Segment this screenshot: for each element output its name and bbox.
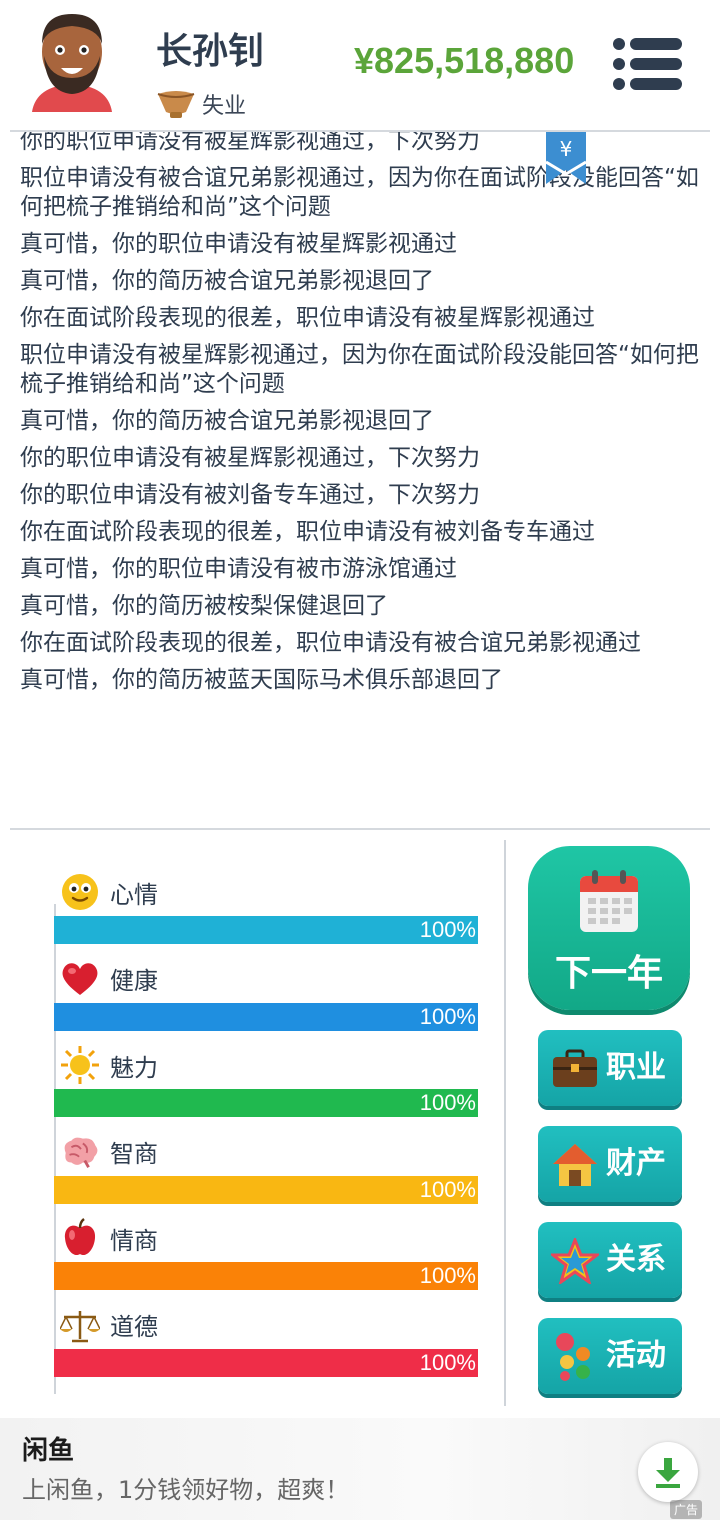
star-icon (550, 1236, 600, 1286)
job-status-label: 失业 (202, 94, 247, 119)
smiley-icon (60, 872, 100, 912)
stat-label: 道德 (110, 1313, 158, 1341)
stat-bar-fill (54, 1262, 478, 1290)
money-bookmark[interactable]: ¥ (545, 132, 587, 184)
stat-bar: 100% (54, 916, 478, 944)
menu-button[interactable] (612, 36, 684, 92)
stat-value: 100% (419, 1176, 476, 1202)
property-button[interactable]: 财产 (538, 1126, 682, 1202)
stat-row: 心情 100% (54, 868, 478, 955)
property-label: 财产 (606, 1146, 666, 1181)
stat-header: 道德 (60, 1305, 158, 1345)
stat-label: 健康 (110, 967, 158, 995)
money-amount: ¥825,518,880 (354, 40, 575, 81)
stat-header: 心情 (60, 872, 158, 912)
log-line: 你在面试阶段表现的很差，职位申请没有被星辉影视通过 (20, 305, 595, 331)
ad-description: 上闲鱼，1分钱领好物，超爽！ (22, 1476, 350, 1504)
stat-value: 100% (419, 1090, 476, 1115)
stat-value: 100% (419, 917, 476, 942)
log-line: 真可惜，你的简历被桉梨保健退回了 (20, 593, 388, 619)
scales-icon (60, 1305, 100, 1345)
stat-row: 道德 100% (54, 1301, 478, 1388)
stat-bar-fill (54, 1089, 478, 1117)
download-icon (656, 1458, 680, 1488)
brain-icon (60, 1132, 100, 1172)
stat-bar: 100% (54, 1002, 478, 1031)
next-year-button[interactable]: 下一年 (528, 846, 690, 1010)
stat-bar: 100% (54, 1175, 478, 1204)
ad-badge: 广告 (670, 1500, 703, 1519)
log-line: 你的职位申请没有被刘备专车通过，下次努力 (20, 482, 480, 508)
career-label: 职业 (606, 1050, 666, 1085)
heart-icon (60, 959, 100, 999)
stat-bar: 100% (54, 1348, 478, 1377)
stat-label: 智商 (110, 1140, 158, 1168)
stat-bar-fill (54, 1002, 478, 1031)
stat-header: 健康 (60, 959, 158, 999)
player-name: 长孙钊 (156, 31, 265, 72)
stat-header: 魅力 (60, 1045, 158, 1085)
stat-label: 情商 (110, 1226, 158, 1255)
stat-bar-fill (54, 1348, 478, 1377)
stat-bar-fill (54, 916, 478, 944)
ad-title: 闲鱼 (22, 1436, 75, 1466)
stat-row: 情商 100% (54, 1214, 478, 1301)
avatar[interactable] (28, 8, 116, 118)
log-line: 你的职位申请没有被星辉影视通过，下次努力 (20, 445, 480, 471)
house-icon (550, 1140, 600, 1190)
relations-label: 关系 (606, 1242, 666, 1277)
event-log[interactable]: 你在面试阶段表现的很差，职位申请没有被合谊兄弟影视通过你的职位申请没有被星辉影视… (0, 110, 720, 800)
stat-value: 100% (419, 1263, 476, 1288)
job-status: 失业 (156, 84, 246, 124)
stat-bar-fill (54, 1175, 478, 1204)
stat-header: 情商 (60, 1218, 158, 1258)
apple-icon (60, 1218, 100, 1258)
career-button[interactable]: 职业 (538, 1030, 682, 1106)
log-line: 职位申请没有被星辉影视通过，因为你在面试阶段没能回答“如何把梳子推销给和尚”这个… (20, 342, 699, 397)
activities-label: 活动 (606, 1338, 666, 1373)
stat-row: 智商 100% (54, 1128, 478, 1215)
relations-button[interactable]: 关系 (538, 1222, 682, 1298)
bookmark-icon: ¥ (545, 132, 587, 184)
bowl-icon (157, 91, 195, 118)
activities-button[interactable]: 活动 (538, 1318, 682, 1394)
bookmark-symbol: ¥ (560, 137, 573, 161)
stat-row: 魅力 100% (54, 1041, 478, 1128)
log-line: 真可惜，你的简历被合谊兄弟影视退回了 (20, 408, 434, 434)
log-line: 真可惜，你的简历被蓝天国际马术俱乐部退回了 (20, 667, 503, 693)
next-year-label: 下一年 (554, 953, 663, 994)
log-line: 职位申请没有被合谊兄弟影视通过，因为你在面试阶段没能回答“如何把梳子推销给和尚”… (20, 165, 699, 220)
stat-bar: 100% (54, 1262, 478, 1290)
calendar-icon (580, 870, 638, 932)
stat-bar: 100% (54, 1089, 478, 1117)
log-line: 真可惜，你的职位申请没有被星辉影视通过 (20, 231, 457, 257)
log-line: 真可惜，你的简历被合谊兄弟影视退回了 (20, 268, 434, 294)
stat-header: 智商 (60, 1132, 158, 1172)
side-divider (504, 840, 506, 1406)
sun-icon (60, 1045, 100, 1085)
stat-value: 100% (419, 1349, 476, 1375)
hamburger-menu-icon (613, 38, 682, 90)
stat-value: 100% (419, 1003, 476, 1029)
stat-row: 健康 100% (54, 955, 478, 1042)
stats-panel: 心情 100% 健康 100% 魅力 100% 智商 100% 情商 100% 道德 100% (54, 868, 478, 1387)
section-divider (10, 828, 710, 830)
top-header: 长孙钊 失业 ¥825,518,880 (0, 0, 720, 132)
header-divider (10, 130, 710, 132)
briefcase-icon (550, 1044, 600, 1094)
stat-label: 心情 (110, 880, 158, 909)
log-line: 你在面试阶段表现的很差，职位申请没有被合谊兄弟影视通过 (20, 630, 641, 656)
activity-dots-icon (550, 1332, 600, 1382)
log-line: 真可惜，你的职位申请没有被市游泳馆通过 (20, 556, 457, 582)
log-line: 你在面试阶段表现的很差，职位申请没有被刘备专车通过 (20, 519, 595, 545)
ad-banner[interactable]: 闲鱼 上闲鱼，1分钱领好物，超爽！ (0, 1418, 720, 1520)
ad-download-button[interactable] (638, 1442, 698, 1502)
event-log-list: 你在面试阶段表现的很差，职位申请没有被合谊兄弟影视通过你的职位申请没有被星辉影视… (20, 110, 700, 703)
stat-label: 魅力 (110, 1053, 158, 1082)
